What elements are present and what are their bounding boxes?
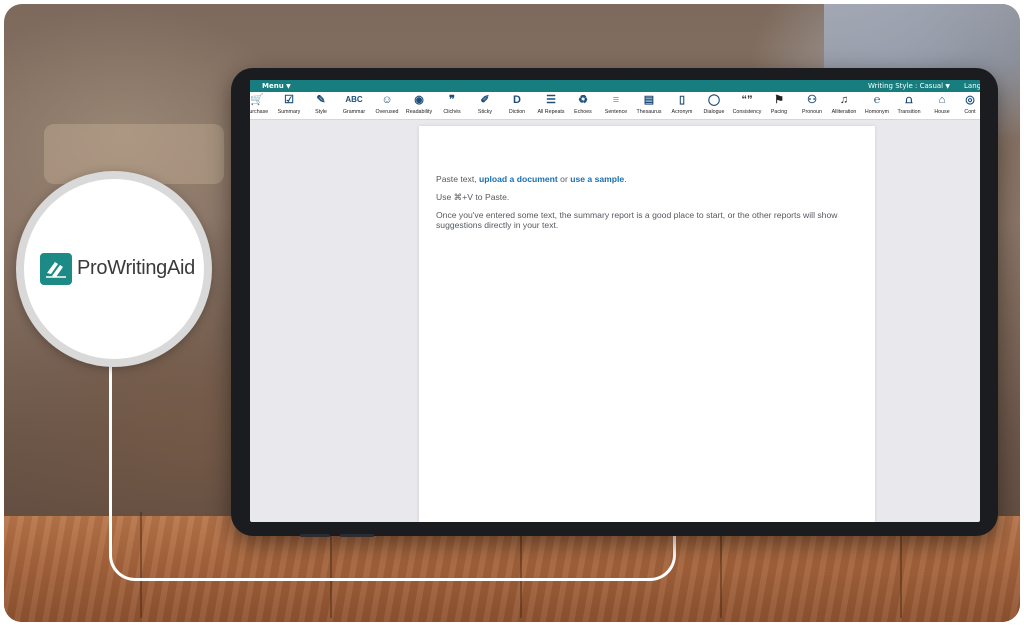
bridge-icon: ⩍: [905, 94, 913, 106]
tablet-button: [340, 534, 374, 537]
book-icon: ▤: [643, 94, 655, 106]
tool-label: Echoes: [574, 109, 592, 115]
tool-sentence[interactable]: ≡ Sentence: [602, 92, 630, 120]
tool-label: Summary: [277, 109, 301, 115]
tool-label: Pronoun: [801, 109, 823, 115]
face-icon: ☺: [381, 94, 393, 106]
tool-grammar[interactable]: ABC Grammar: [340, 92, 368, 120]
tool-overused[interactable]: ☺ Overused: [372, 92, 402, 120]
tool-label: Sentence: [604, 109, 628, 115]
period-text: .: [624, 174, 627, 184]
tool-label: Grammar: [342, 109, 366, 115]
tool-alliteration[interactable]: ♫ Alliteration: [828, 92, 860, 120]
tool-acronym[interactable]: ▯ Acronym: [668, 92, 696, 120]
paste-text-prefix: Paste text,: [436, 174, 477, 184]
dictionary-icon: D: [513, 94, 521, 106]
editor-page[interactable]: Paste text, upload a document or use a s…: [419, 126, 875, 522]
tool-homonym[interactable]: ℮ Homonym: [862, 92, 892, 120]
pin-icon: ✐: [480, 94, 490, 106]
tool-label: Alliteration: [831, 109, 857, 115]
language-select[interactable]: Lang: [964, 80, 980, 92]
tool-sticky[interactable]: ✐ Sticky: [472, 92, 498, 120]
menu-bar: Menu ▼ Writing Style : Casual ▼ Lang: [250, 80, 980, 92]
writing-style-label: Writing Style : Casual: [868, 82, 944, 90]
tool-cliches[interactable]: ❞ Clichés: [438, 92, 466, 120]
quotes-icon: “”: [741, 94, 753, 106]
tool-label: Purchase: [250, 109, 269, 115]
prowritingaid-logo-icon: [40, 253, 72, 285]
people-icon: ⚇: [807, 94, 817, 106]
style-pen-icon: ✎: [316, 94, 326, 106]
tool-thesaurus[interactable]: ▤ Thesaurus: [634, 92, 664, 120]
menu-label: Menu: [262, 82, 284, 90]
house-icon: ⌂: [938, 94, 946, 106]
tool-label: All Repeats: [537, 109, 565, 115]
checklist-icon: ☑: [284, 94, 294, 106]
tool-label: Pacing: [770, 109, 788, 115]
ear-icon: ℮: [873, 94, 881, 106]
chevron-down-icon: ▼: [945, 83, 950, 90]
tool-echoes[interactable]: ♻ Echoes: [570, 92, 596, 120]
tool-readability[interactable]: ◉ Readability: [404, 92, 434, 120]
abc-check-icon: ABC: [345, 95, 363, 104]
tool-label: Dialogue: [703, 109, 725, 115]
tool-label: Homonym: [864, 109, 890, 115]
tool-combo[interactable]: ◎ Cont: [958, 92, 980, 120]
chevron-down-icon: ▼: [286, 83, 291, 90]
tool-label: Transition: [897, 109, 921, 115]
tool-label: Cont: [964, 109, 976, 115]
tool-diction[interactable]: D Diction: [504, 92, 530, 120]
tool-pronoun[interactable]: ⚇ Pronoun: [798, 92, 826, 120]
music-note-icon: ♫: [839, 94, 849, 106]
tool-label: Overused: [375, 109, 399, 115]
tool-house[interactable]: ⌂ House: [928, 92, 956, 120]
tool-label: Diction: [508, 109, 526, 115]
tool-summary[interactable]: ☑ Summary: [274, 92, 304, 120]
document-icon: ▯: [678, 94, 686, 106]
tablet-button: [300, 534, 330, 537]
use-sample-link[interactable]: use a sample: [570, 174, 624, 184]
tool-label: Clichés: [443, 109, 461, 115]
paste-shortcut-hint: Use ⌘+V to Paste.: [436, 192, 510, 202]
tool-label: Thesaurus: [636, 109, 662, 115]
tool-all-repeats[interactable]: ☰ All Repeats: [534, 92, 568, 120]
combo-icon: ◎: [965, 94, 975, 106]
tool-purchase[interactable]: 🛒 Purchase: [250, 92, 270, 120]
tool-label: Readability: [405, 109, 433, 115]
recycle-icon: ♻: [578, 94, 588, 106]
tool-label: Consistency: [732, 109, 762, 115]
tool-pacing[interactable]: ⚑ Pacing: [766, 92, 792, 120]
speech-bubble-icon: ◯: [707, 94, 721, 106]
tool-transition[interactable]: ⩍ Transition: [894, 92, 924, 120]
runner-icon: ⚑: [774, 94, 784, 106]
tool-consistency[interactable]: “” Consistency: [730, 92, 764, 120]
bars-icon: ≡: [612, 94, 620, 106]
eye-icon: ◉: [414, 94, 424, 106]
or-text: or: [560, 174, 568, 184]
brand-name: ProWritingAid: [77, 257, 195, 279]
tool-label: Acronym: [671, 109, 693, 115]
tool-label: House: [934, 109, 950, 115]
upload-document-link[interactable]: upload a document: [479, 174, 558, 184]
tool-style[interactable]: ✎ Style: [308, 92, 334, 120]
cart-icon: 🛒: [250, 94, 264, 106]
list-icon: ☰: [546, 94, 556, 106]
speech-quote-icon: ❞: [449, 94, 455, 106]
report-toolbar: 🛒 Purchase ☑ Summary ✎ Style ABC Grammar…: [250, 92, 980, 120]
tool-dialogue[interactable]: ◯ Dialogue: [700, 92, 728, 120]
tool-label: Style: [315, 109, 327, 115]
getting-started-hint: Once you've entered some text, the summa…: [436, 210, 838, 230]
tool-label: Sticky: [477, 109, 493, 115]
paste-instructions: Paste text, upload a document or use a s…: [436, 174, 627, 184]
app-screen: Menu ▼ Writing Style : Casual ▼ Lang 🛒 P…: [250, 80, 980, 522]
